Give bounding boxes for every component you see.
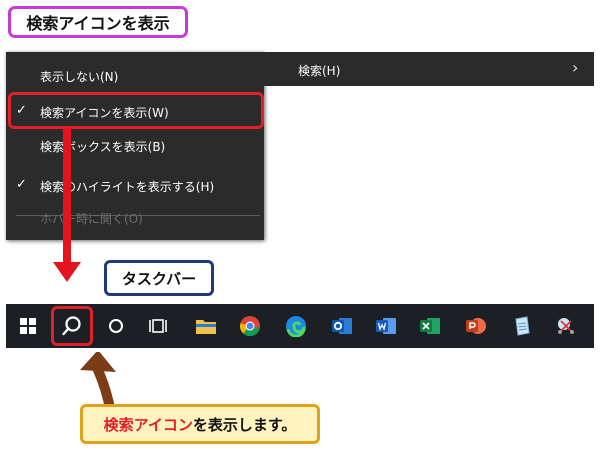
menu-item-open-on-hover: ホバー時に開く(O) xyxy=(6,202,264,234)
search-submenu-item[interactable]: 検索(H) › xyxy=(264,52,594,86)
snipping-tool-icon[interactable] xyxy=(548,304,584,348)
excel-icon[interactable] xyxy=(412,304,448,348)
cortana-icon[interactable] xyxy=(98,304,134,348)
red-arrow-head-icon xyxy=(53,262,81,282)
notepad-icon[interactable] xyxy=(504,304,540,348)
taskbar xyxy=(6,304,594,348)
outlook-icon[interactable] xyxy=(324,304,360,348)
submenu-label: 検索(H) xyxy=(298,64,341,78)
context-menu: 表示しない(N) ✓ 検索アイコンを表示(W) 検索ボックスを表示(B) ✓ 検… xyxy=(6,52,264,240)
chrome-icon[interactable] xyxy=(232,304,268,348)
bottom-callout-black-text: を表示します。 xyxy=(192,415,297,434)
chevron-right-icon: › xyxy=(572,58,579,77)
menu-item-show-highlights[interactable]: ✓ 検索のハイライトを表示する(H) xyxy=(6,170,264,202)
search-icon-highlight-box xyxy=(51,306,93,346)
menu-item-hide[interactable]: 表示しない(N) xyxy=(6,60,264,92)
menu-item-show-search-box[interactable]: 検索ボックスを表示(B) xyxy=(6,130,264,162)
taskbar-callout: タスクバー xyxy=(104,260,214,296)
menu-highlight-box xyxy=(8,92,264,129)
powerpoint-icon[interactable] xyxy=(458,304,494,348)
bottom-callout-red-text: 検索アイコン xyxy=(103,415,193,434)
menu-item-label: ホバー時に開く(O) xyxy=(40,212,143,226)
checkmark-icon: ✓ xyxy=(16,177,27,192)
bottom-callout: 検索アイコン を表示します。 xyxy=(80,404,320,444)
menu-item-label: 表示しない(N) xyxy=(40,70,119,84)
task-view-icon[interactable] xyxy=(140,304,176,348)
windows-start-icon[interactable] xyxy=(10,304,46,348)
word-icon[interactable] xyxy=(368,304,404,348)
title-callout: 検索アイコンを表示 xyxy=(8,6,188,38)
menu-item-label: 検索ボックスを表示(B) xyxy=(40,140,166,154)
file-explorer-icon[interactable] xyxy=(188,304,224,348)
red-arrow-icon xyxy=(63,128,71,266)
edge-icon[interactable] xyxy=(278,304,314,348)
